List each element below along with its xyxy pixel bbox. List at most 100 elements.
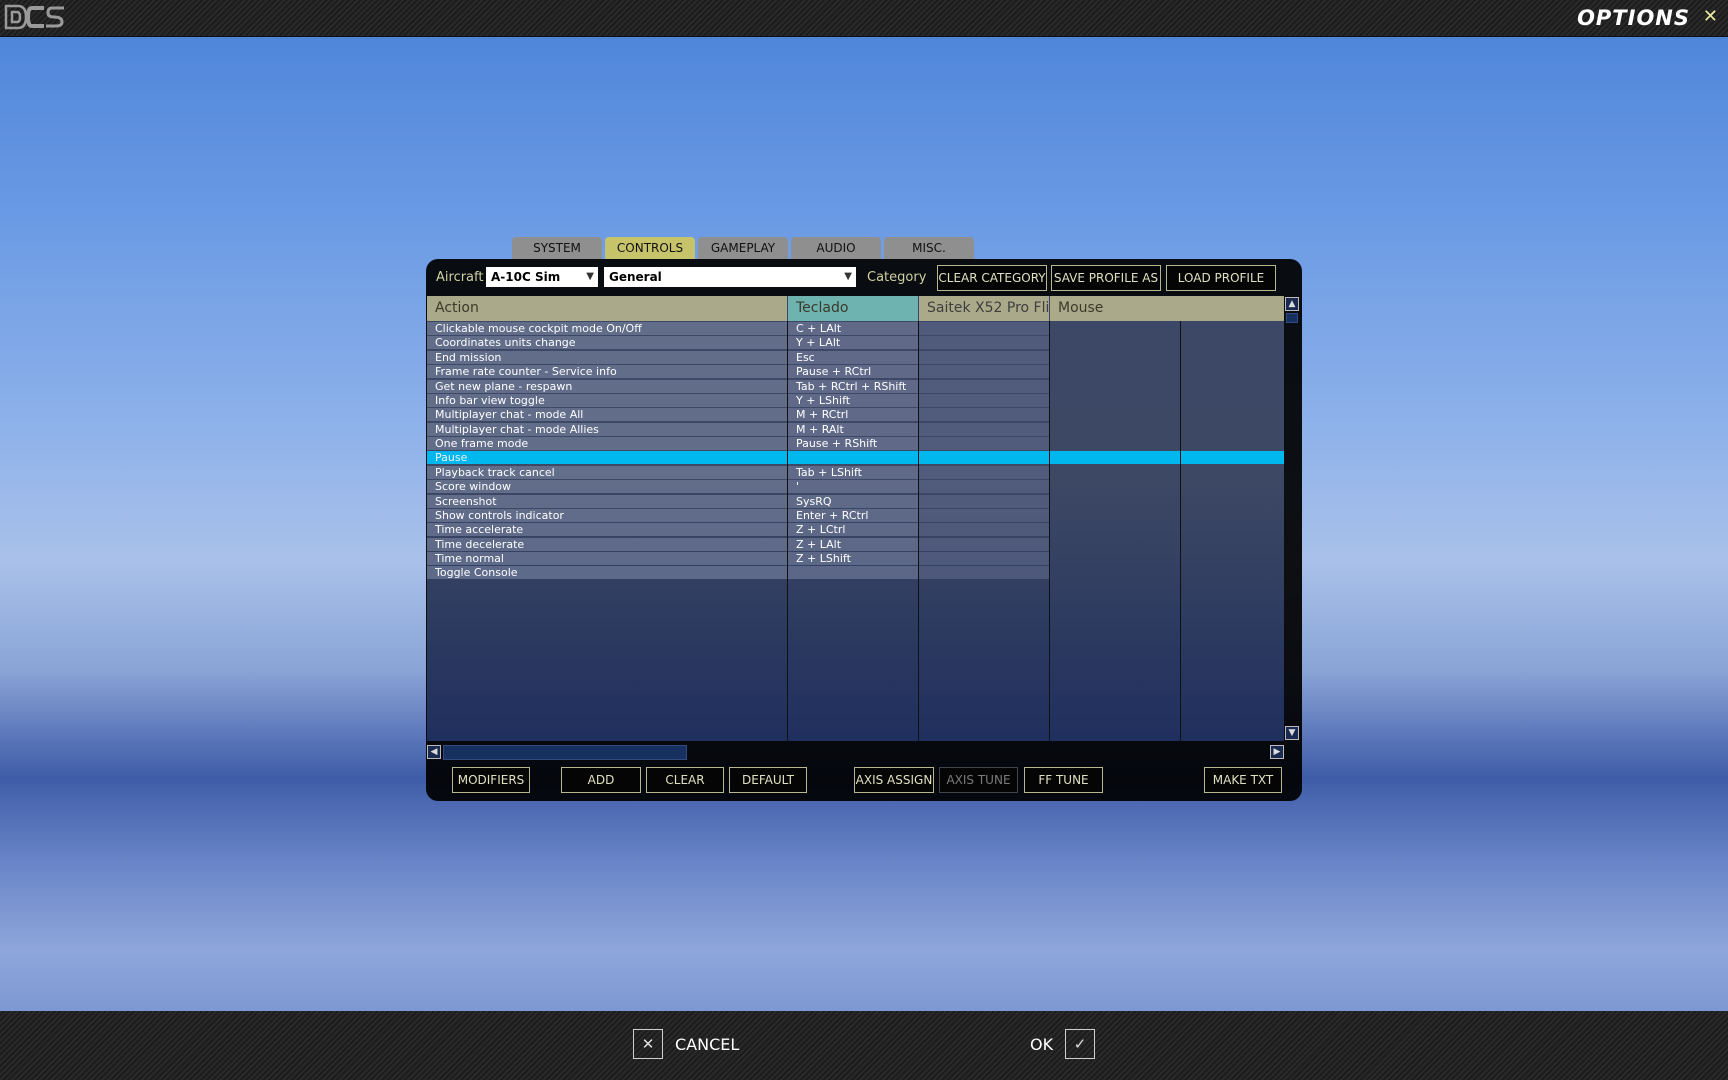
action-cell[interactable]: One frame mode	[427, 437, 787, 451]
keyboard-binding-cell[interactable]: Tab + RCtrl + RShift	[788, 379, 918, 393]
keyboard-binding-cell[interactable]: SysRQ	[788, 494, 918, 508]
action-cell[interactable]: Frame rate counter - Service info	[427, 365, 787, 379]
aircraft-select[interactable]: A-10C Sim ▼	[486, 267, 598, 287]
default-button[interactable]: DEFAULT	[729, 767, 807, 793]
horizontal-scrollbar[interactable]: ◀ ▶	[427, 744, 1284, 760]
vertical-scroll-thumb[interactable]	[1286, 313, 1298, 323]
column-header-action[interactable]: Action	[427, 296, 787, 321]
modifiers-button[interactable]: MODIFIERS	[452, 767, 530, 793]
keyboard-binding-cell[interactable]: C + LAlt	[788, 322, 918, 335]
table-row[interactable]: Playback track cancel Tab + LShift	[427, 465, 1284, 480]
joystick-binding-cell[interactable]	[919, 508, 1049, 522]
action-cell[interactable]: Playback track cancel	[427, 465, 787, 479]
scroll-left-icon[interactable]: ◀	[427, 745, 441, 759]
table-row[interactable]: Toggle Console	[427, 566, 1284, 580]
table-row[interactable]: Time normal Z + LShift	[427, 552, 1284, 566]
table-row[interactable]: Get new plane - respawn Tab + RCtrl + RSh…	[427, 379, 1284, 394]
keyboard-binding-cell[interactable]: Enter + RCtrl	[788, 508, 918, 522]
action-cell[interactable]: Time normal	[427, 552, 787, 566]
scroll-down-icon[interactable]: ▼	[1285, 726, 1299, 740]
joystick-binding-cell[interactable]	[919, 552, 1049, 566]
keyboard-binding-cell[interactable]	[788, 566, 918, 580]
keyboard-binding-cell[interactable]: '	[788, 480, 918, 494]
action-cell[interactable]: Pause	[427, 451, 787, 465]
keyboard-binding-cell[interactable]	[788, 451, 918, 465]
keyboard-binding-cell[interactable]: Y + LAlt	[788, 336, 918, 350]
table-row[interactable]: Clickable mouse cockpit mode On/Off C + L…	[427, 322, 1284, 336]
action-cell[interactable]: Time accelerate	[427, 523, 787, 537]
action-cell[interactable]: Show controls indicator	[427, 508, 787, 522]
ff-tune-button[interactable]: FF TUNE	[1024, 767, 1103, 793]
save-profile-as-button[interactable]: SAVE PROFILE AS	[1051, 265, 1161, 291]
keyboard-binding-cell[interactable]: Pause + RShift	[788, 437, 918, 451]
joystick-binding-cell[interactable]	[919, 437, 1049, 451]
action-cell[interactable]: Coordinates units change	[427, 336, 787, 350]
action-cell[interactable]: Info bar view toggle	[427, 393, 787, 407]
table-row[interactable]: Score window '	[427, 480, 1284, 494]
joystick-binding-cell[interactable]	[919, 465, 1049, 479]
scroll-right-icon[interactable]: ▶	[1270, 745, 1284, 759]
keyboard-binding-cell[interactable]: M + RAlt	[788, 422, 918, 436]
extra-binding-cell[interactable]	[1181, 451, 1284, 465]
joystick-binding-cell[interactable]	[919, 322, 1049, 335]
tab-gameplay[interactable]: GAMEPLAY	[698, 237, 788, 259]
make-txt-button[interactable]: MAKE TXT	[1204, 767, 1282, 793]
clear-button[interactable]: CLEAR	[646, 767, 724, 793]
table-row[interactable]: One frame mode Pause + RShift	[427, 437, 1284, 451]
scroll-up-icon[interactable]: ▲	[1285, 297, 1299, 311]
joystick-binding-cell[interactable]	[919, 480, 1049, 494]
joystick-binding-cell[interactable]	[919, 350, 1049, 364]
column-header-keyboard[interactable]: Teclado	[788, 296, 918, 321]
keyboard-binding-cell[interactable]: Esc	[788, 350, 918, 364]
add-button[interactable]: ADD	[561, 767, 641, 793]
tab-controls[interactable]: CONTROLS	[605, 237, 695, 259]
action-cell[interactable]: Multiplayer chat - mode Allies	[427, 422, 787, 436]
joystick-binding-cell[interactable]	[919, 523, 1049, 537]
action-cell[interactable]: Clickable mouse cockpit mode On/Off	[427, 322, 787, 335]
keyboard-binding-cell[interactable]: Z + LShift	[788, 552, 918, 566]
joystick-binding-cell[interactable]	[919, 379, 1049, 393]
table-row[interactable]: Multiplayer chat - mode Allies M + RAlt	[427, 422, 1284, 437]
action-cell[interactable]: Score window	[427, 480, 787, 494]
tab-audio[interactable]: AUDIO	[791, 237, 881, 259]
keyboard-binding-cell[interactable]: Tab + LShift	[788, 465, 918, 479]
close-icon[interactable]: ✕	[1703, 6, 1718, 27]
keyboard-binding-cell[interactable]: M + RCtrl	[788, 408, 918, 422]
joystick-binding-cell[interactable]	[919, 451, 1049, 465]
table-row[interactable]: Show controls indicator Enter + RCtrl	[427, 508, 1284, 523]
load-profile-button[interactable]: LOAD PROFILE	[1166, 265, 1276, 291]
keyboard-binding-cell[interactable]: Pause + RCtrl	[788, 365, 918, 379]
clear-category-button[interactable]: CLEAR CATEGORY	[937, 265, 1047, 291]
cancel-button[interactable]: ✕ CANCEL	[633, 1029, 739, 1059]
table-row[interactable]: Time accelerate Z + LCtrl	[427, 523, 1284, 537]
axis-tune-button[interactable]: AXIS TUNE	[939, 767, 1018, 793]
keyboard-binding-cell[interactable]: Z + LCtrl	[788, 523, 918, 537]
joystick-binding-cell[interactable]	[919, 408, 1049, 422]
table-row[interactable]: Info bar view toggle Y + LShift	[427, 393, 1284, 408]
joystick-binding-cell[interactable]	[919, 566, 1049, 580]
ok-button[interactable]: OK ✓	[1030, 1029, 1096, 1059]
keyboard-binding-cell[interactable]: Y + LShift	[788, 393, 918, 407]
table-row[interactable]: Pause	[427, 451, 1284, 465]
action-cell[interactable]: Screenshot	[427, 494, 787, 508]
column-header-mouse[interactable]: Mouse	[1050, 296, 1284, 321]
keyboard-binding-cell[interactable]: Z + LAlt	[788, 537, 918, 551]
column-header-joystick[interactable]: Saitek X52 Pro Flight	[919, 296, 1049, 321]
category-select[interactable]: General ▼	[604, 267, 856, 287]
joystick-binding-cell[interactable]	[919, 422, 1049, 436]
horizontal-scroll-thumb[interactable]	[443, 745, 687, 760]
joystick-binding-cell[interactable]	[919, 494, 1049, 508]
table-row[interactable]: Coordinates units change Y + LAlt	[427, 336, 1284, 350]
axis-assign-button[interactable]: AXIS ASSIGN	[854, 767, 934, 793]
table-row[interactable]: Screenshot SysRQ	[427, 494, 1284, 509]
joystick-binding-cell[interactable]	[919, 336, 1049, 350]
tab-system[interactable]: SYSTEM	[512, 237, 602, 259]
joystick-binding-cell[interactable]	[919, 537, 1049, 551]
joystick-binding-cell[interactable]	[919, 393, 1049, 407]
table-row[interactable]: Multiplayer chat - mode All M + RCtrl	[427, 408, 1284, 422]
joystick-binding-cell[interactable]	[919, 365, 1049, 379]
action-cell[interactable]: Multiplayer chat - mode All	[427, 408, 787, 422]
action-cell[interactable]: Get new plane - respawn	[427, 379, 787, 393]
mouse-binding-cell[interactable]	[1050, 451, 1180, 465]
table-row[interactable]: Time decelerate Z + LAlt	[427, 537, 1284, 552]
